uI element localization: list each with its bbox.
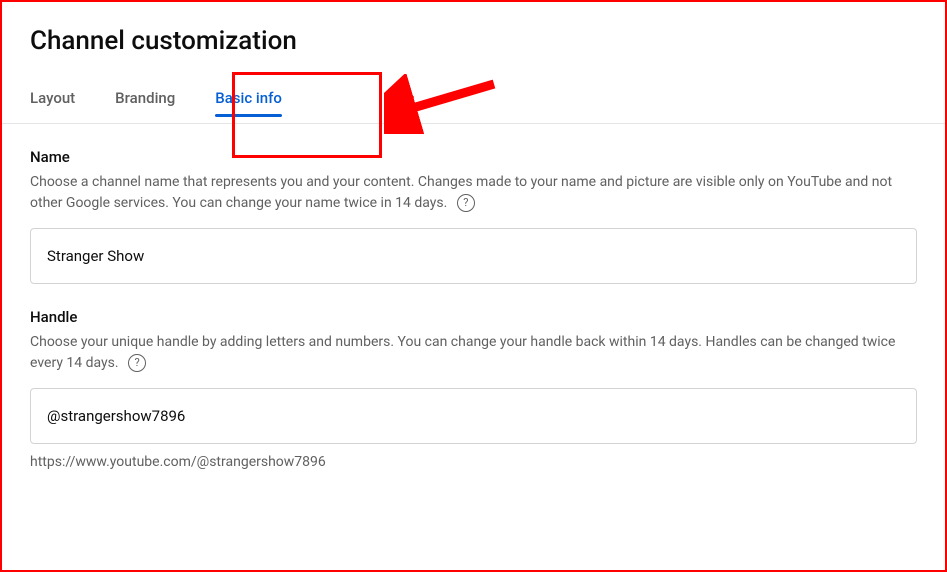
channel-name-input[interactable] [30,228,917,284]
name-section-title: Name [30,148,917,166]
help-icon[interactable]: ? [457,194,475,212]
tab-branding[interactable]: Branding [115,89,175,123]
channel-handle-input[interactable] [30,388,917,444]
name-section: Name Choose a channel name that represen… [2,124,945,284]
name-section-desc: Choose a channel name that represents yo… [30,172,917,214]
tab-basic-info[interactable]: Basic info [215,89,282,123]
handle-section: Handle Choose your unique handle by addi… [2,284,945,470]
screenshot-frame: Channel customization Layout Branding Ba… [0,0,947,572]
handle-section-title: Handle [30,308,917,326]
handle-url: https://www.youtube.com/@strangershow789… [30,454,917,470]
tab-layout[interactable]: Layout [30,89,75,123]
handle-section-desc: Choose your unique handle by adding lett… [30,332,917,374]
help-icon[interactable]: ? [128,354,146,372]
tabs-bar: Layout Branding Basic info [2,76,945,124]
page-title: Channel customization [30,26,945,56]
handle-desc-text: Choose your unique handle by adding lett… [30,334,895,371]
